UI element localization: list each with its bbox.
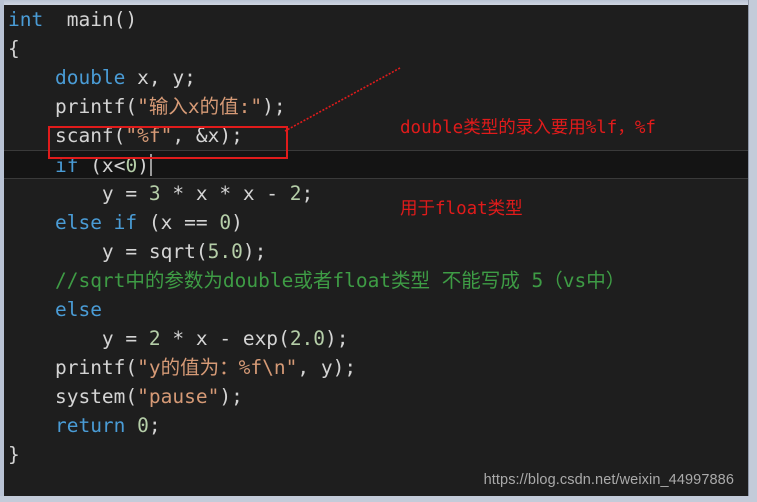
code-token-num: 0 — [219, 211, 232, 234]
code-token-punc: ; — [301, 182, 314, 205]
code-token-num: 3 — [148, 182, 161, 205]
code-token-pln: x, y; — [125, 66, 196, 89]
code-token-punc: ( — [125, 385, 138, 408]
code-token-punc: ( — [113, 124, 126, 147]
annotation-text: double类型的录入要用%lf，%f 用于float类型 — [400, 61, 656, 277]
code-token-str: "y的值为：%f\n" — [137, 356, 298, 379]
code-token-num: 0 — [125, 154, 138, 177]
code-token-punc: () — [113, 8, 138, 31]
code-token-punc: ) — [231, 211, 243, 234]
code-line[interactable]: } — [4, 440, 748, 469]
code-token-pln: (x — [78, 154, 114, 177]
code-token-num: 0 — [137, 414, 149, 437]
code-token-punc: ( — [278, 327, 290, 350]
code-token-punc: ); — [262, 95, 286, 118]
code-line[interactable]: system("pause"); — [4, 382, 748, 411]
code-token-punc: { — [8, 37, 20, 60]
code-token-punc: ) — [137, 154, 149, 177]
screenshot-root: int main(){ double x, y; printf("输入x的值:"… — [0, 0, 757, 502]
annotation-line-1: double类型的录入要用%lf，%f — [400, 118, 656, 138]
window-bottom-edge — [0, 496, 757, 502]
code-editor[interactable]: int main(){ double x, y; printf("输入x的值:"… — [4, 5, 748, 496]
code-token-num: 2 — [289, 182, 302, 205]
code-token-pln: y = — [101, 182, 149, 205]
code-token-punc: ( — [125, 95, 138, 118]
code-token-pln: * x * x - — [160, 182, 290, 205]
code-line[interactable]: else — [4, 295, 748, 324]
code-token-kw: else — [54, 298, 102, 321]
code-token-str: "输入x的值:" — [137, 95, 263, 118]
code-token-punc: ( — [125, 356, 138, 379]
code-token-pln: y = — [101, 240, 149, 263]
code-token-pln: (x == — [137, 211, 220, 234]
code-token-punc: } — [8, 443, 20, 466]
code-line[interactable]: printf("y的值为：%f\n", y); — [4, 353, 748, 382]
code-token-num: 2 — [148, 327, 161, 350]
code-token-fn: scanf — [54, 124, 114, 147]
code-token-str: "pause" — [137, 385, 220, 408]
code-line[interactable]: { — [4, 34, 748, 63]
code-token-punc: < — [113, 154, 126, 177]
code-token-fn: printf — [54, 95, 126, 118]
code-token-pln — [125, 414, 137, 437]
code-token-pln — [43, 8, 66, 31]
code-token-kw: if — [54, 154, 79, 177]
code-token-fn: sqrt — [148, 240, 196, 263]
code-token-punc: ); — [242, 240, 267, 263]
code-token-punc: , y); — [297, 356, 357, 379]
code-token-pln: * x - — [160, 327, 243, 350]
code-token-str: "%f" — [125, 124, 173, 147]
code-token-num: 5.0 — [207, 240, 243, 263]
code-token-kw: double — [54, 66, 126, 89]
code-line[interactable]: int main() — [4, 5, 748, 34]
code-token-punc: ( — [195, 240, 208, 263]
code-token-kw: else if — [54, 211, 138, 234]
code-token-fn: main — [66, 8, 114, 31]
code-token-punc: ); — [325, 327, 349, 350]
code-line[interactable]: return 0; — [4, 411, 748, 440]
code-line[interactable]: y = 2 * x - exp(2.0); — [4, 324, 748, 353]
code-token-punc: , &x); — [172, 124, 243, 147]
code-token-kw: return — [54, 414, 126, 437]
annotation-line-2: 用于float类型 — [400, 199, 523, 219]
code-token-punc: ); — [219, 385, 243, 408]
code-token-fn: system — [54, 385, 126, 408]
window-scrollbar-right[interactable] — [748, 0, 757, 502]
watermark-url: https://blog.csdn.net/weixin_44997886 — [483, 472, 734, 488]
code-token-punc: ; — [148, 414, 161, 437]
text-caret — [149, 154, 152, 176]
code-token-fn: printf — [54, 356, 126, 379]
code-token-fn: exp — [242, 327, 279, 350]
code-token-pln: y = — [101, 327, 149, 350]
code-token-num: 2.0 — [289, 327, 326, 350]
code-token-kw: int — [8, 8, 44, 31]
